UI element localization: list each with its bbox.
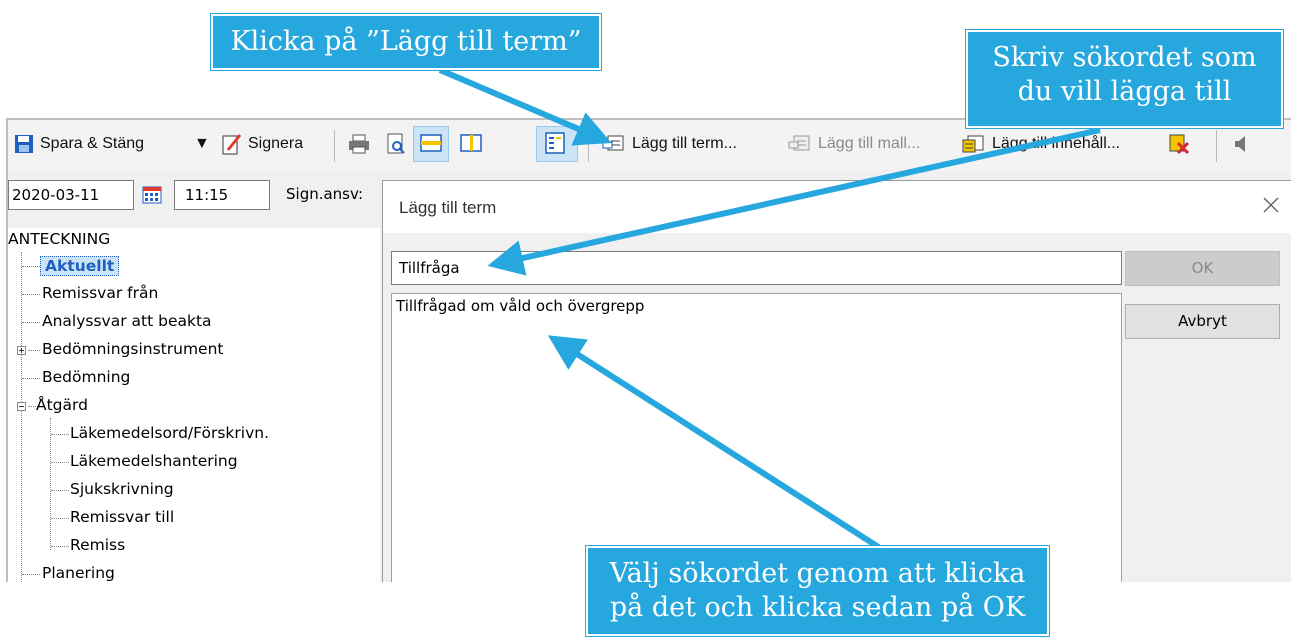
callout-select-term: Välj sökordet genom att klicka på det oc… <box>586 546 1049 636</box>
arrow-to-search-field <box>487 127 1101 276</box>
arrow-to-add-term <box>438 67 612 146</box>
callout-line: Skriv sökordet som <box>992 42 1257 73</box>
arrow-to-result <box>547 335 882 551</box>
callout-line: Välj sökordet genom att klicka <box>609 558 1026 589</box>
callout-type-search: Skriv sökordet som du vill lägga till <box>966 30 1283 128</box>
callout-line: på det och klicka sedan på OK <box>609 592 1026 623</box>
callout-add-term: Klicka på ”Lägg till term” <box>211 14 601 70</box>
callout-line: du vill lägga till <box>1017 76 1232 107</box>
